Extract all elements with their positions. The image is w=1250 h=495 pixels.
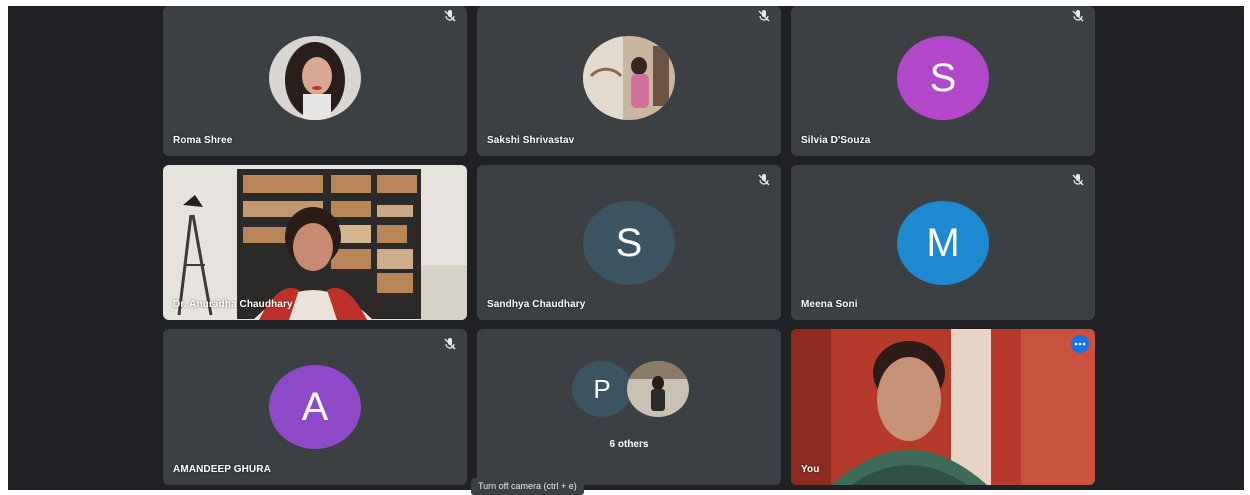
participant-name: Silvia D'Souza bbox=[801, 135, 871, 146]
camera-tooltip: Turn off camera (ctrl + e) bbox=[471, 478, 584, 495]
mic-off-icon bbox=[1072, 174, 1084, 186]
participant-tile-others[interactable]: P 6 others bbox=[477, 329, 781, 485]
avatar: A bbox=[269, 365, 361, 449]
mic-off-icon bbox=[758, 174, 770, 186]
participant-name: Sandhya Chaudhary bbox=[487, 299, 586, 310]
avatar: S bbox=[583, 201, 675, 285]
participant-name: Dr. Anuradha Chaudhary bbox=[173, 299, 293, 310]
mic-off-icon bbox=[1072, 10, 1084, 22]
avatar: P bbox=[572, 361, 632, 417]
avatar bbox=[269, 36, 361, 120]
avatar bbox=[627, 361, 689, 417]
more-options-icon[interactable] bbox=[1071, 335, 1089, 353]
mic-off-icon bbox=[758, 10, 770, 22]
avatar bbox=[583, 36, 675, 120]
participant-tile-roma-shree[interactable]: Roma Shree bbox=[163, 6, 467, 156]
mic-off-icon bbox=[444, 10, 456, 22]
meeting-grid: Roma Shree Sakshi Shrivastav S Silvia D'… bbox=[8, 6, 1244, 490]
participant-tile-sakshi-shrivastav[interactable]: Sakshi Shrivastav bbox=[477, 6, 781, 156]
avatar: M bbox=[897, 201, 989, 285]
avatar-initial: P bbox=[593, 373, 611, 404]
participant-tile-video[interactable]: Dr. Anuradha Chaudhary bbox=[163, 165, 467, 320]
video-feed bbox=[163, 165, 467, 320]
participant-name: Sakshi Shrivastav bbox=[487, 135, 575, 146]
participant-tile-silvia-dsouza[interactable]: S Silvia D'Souza bbox=[791, 6, 1095, 156]
avatar-initial: S bbox=[615, 220, 643, 265]
others-count: 6 others bbox=[609, 439, 649, 450]
participant-tile-meena-soni[interactable]: M Meena Soni bbox=[791, 165, 1095, 320]
avatar-initial: A bbox=[301, 384, 329, 429]
participant-name: Roma Shree bbox=[173, 135, 233, 146]
video-feed bbox=[791, 329, 1095, 485]
avatar-initial: M bbox=[926, 220, 960, 265]
participant-tile-amandeep-ghura[interactable]: A AMANDEEP GHURA bbox=[163, 329, 467, 485]
participant-name: AMANDEEP GHURA bbox=[173, 464, 271, 475]
mic-off-icon bbox=[444, 338, 456, 350]
participant-name: Meena Soni bbox=[801, 299, 858, 310]
avatar-initial: S bbox=[929, 55, 957, 100]
participant-name: You bbox=[801, 464, 820, 475]
avatar: S bbox=[897, 36, 989, 120]
participant-tile-sandhya-chaudhary[interactable]: S Sandhya Chaudhary bbox=[477, 165, 781, 320]
participant-tile-self[interactable]: You bbox=[791, 329, 1095, 485]
